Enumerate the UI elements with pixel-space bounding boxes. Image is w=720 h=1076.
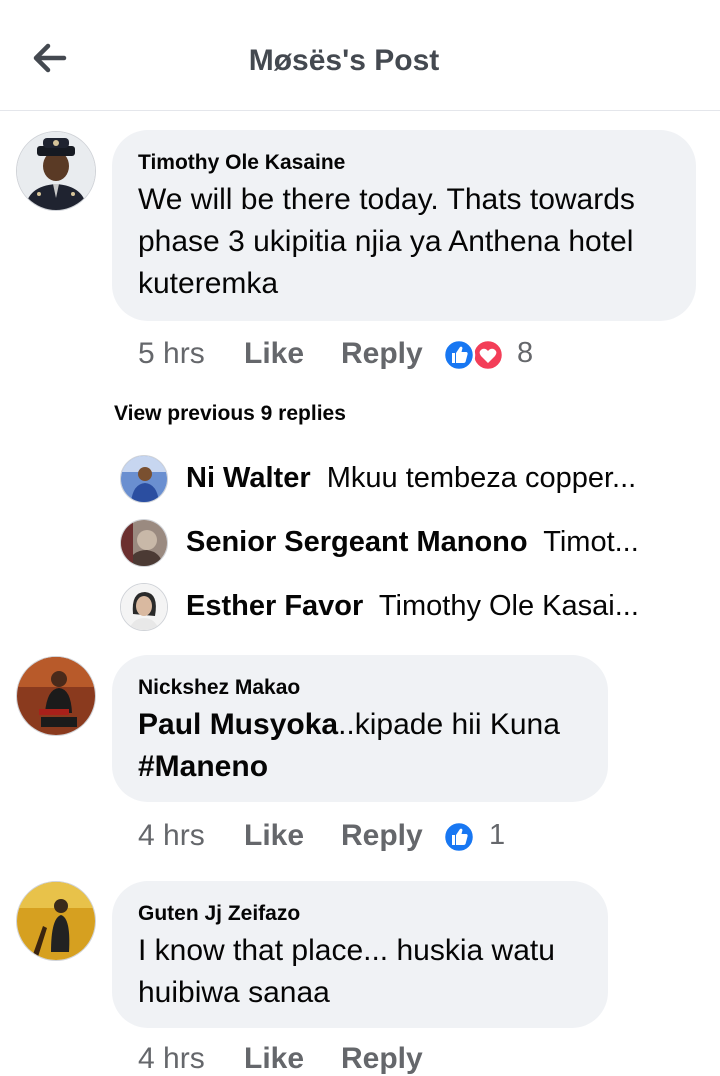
reply-author: Senior Sergeant Manono [186,526,528,558]
reply-preview[interactable]: Senior Sergeant Manono Timot... [186,526,676,566]
avatar[interactable] [120,455,168,503]
comment-time: 5 hrs [138,337,205,370]
reply-text: Mkuu tembeza copper... [326,462,637,494]
avatar[interactable] [16,131,96,211]
like-button[interactable]: Like [244,819,304,853]
mention-link[interactable]: Paul Musyoka [138,708,338,741]
reply-author: Ni Walter [186,462,311,494]
reaction-count: 1 [489,819,506,851]
top-bar: Møsës's Post [0,0,720,111]
avatar[interactable] [120,519,168,567]
like-icon[interactable] [442,820,478,854]
comment-bubble: Nickshez Makao Paul Musyoka..kipade hii … [112,655,608,802]
reply-text: Timot... [543,526,639,558]
comment-text: Paul Musyoka..kipade hii Kuna #Maneno [138,704,560,788]
comment-text: I know that place... huskia watu huibiwa… [138,934,555,1009]
reply-author: Esther Favor [186,590,364,622]
view-previous-replies[interactable]: View previous 9 replies [114,402,346,426]
comment-time: 4 hrs [138,819,205,852]
comment-author[interactable]: Timothy Ole Kasaine [138,151,345,175]
hashtag-link[interactable]: #Maneno [138,750,268,783]
reply-button[interactable]: Reply [341,819,423,853]
reply-preview[interactable]: Esther Favor Timothy Ole Kasai... [186,590,676,630]
comment-author[interactable]: Guten Jj Zeifazo [138,902,300,926]
page-title: Møsës's Post [248,44,440,77]
reply-preview[interactable]: Ni Walter Mkuu tembeza copper... [186,462,676,502]
comment-text: We will be there today. Thats towards ph… [138,183,635,300]
reply-text: Timothy Ole Kasai... [378,590,639,622]
reaction-count: 8 [517,337,534,369]
reply-button[interactable]: Reply [341,337,423,371]
comment-author[interactable]: Nickshez Makao [138,676,300,700]
like-button[interactable]: Like [244,337,304,371]
reactions-summary[interactable] [442,338,506,372]
comment-bubble: Guten Jj Zeifazo I know that place... hu… [112,881,608,1028]
avatar[interactable] [16,656,96,736]
comment-bubble: Timothy Ole Kasaine We will be there tod… [112,130,696,321]
avatar[interactable] [120,583,168,631]
avatar[interactable] [16,881,96,961]
comment-text-body: ..kipade hii Kuna [338,708,560,741]
